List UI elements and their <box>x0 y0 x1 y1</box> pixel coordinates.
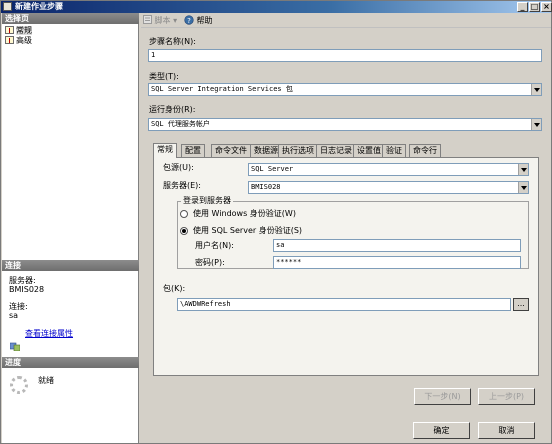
page-icon <box>5 36 14 44</box>
password-label: 密码(P): <box>195 258 225 267</box>
page-item-advanced[interactable]: 高级 <box>5 36 32 45</box>
connection-properties-icon <box>10 342 20 351</box>
run-as-select[interactable]: SQL 代理服务帐户 <box>148 118 542 131</box>
ok-button[interactable]: 确定 <box>413 422 470 439</box>
progress-header: 进度 <box>2 357 139 368</box>
connection-header: 连接 <box>2 260 139 271</box>
login-group-title: 登录到服务器 <box>181 196 233 206</box>
tab-verification[interactable]: 验证 <box>382 144 406 157</box>
progress-spinner-icon <box>10 376 28 394</box>
sql-auth-radio[interactable] <box>180 227 188 235</box>
help-icon: ? <box>184 15 194 25</box>
chevron-down-icon[interactable] <box>531 119 541 130</box>
run-as-label: 运行身份(R): <box>149 105 196 114</box>
cancel-button[interactable]: 取消 <box>478 422 535 439</box>
run-as-select-value: SQL 代理服务帐户 <box>151 120 210 128</box>
package-input[interactable]: \AWDWRefresh <box>177 298 511 311</box>
tab-logging[interactable]: 日志记录 <box>316 144 356 157</box>
progress-status: 就绪 <box>38 376 54 385</box>
close-button[interactable]: × <box>541 2 552 12</box>
minimize-button[interactable]: _ <box>517 2 528 12</box>
chevron-down-icon[interactable] <box>518 164 528 175</box>
view-connection-properties-link[interactable]: 查看连接属性 <box>25 329 73 338</box>
password-input[interactable]: ****** <box>273 256 521 269</box>
help-button[interactable]: ? 帮助 <box>184 15 213 27</box>
step-name-label: 步骤名称(N): <box>149 37 196 46</box>
server-select[interactable]: BMIS028 <box>248 181 529 194</box>
server-value: BMIS028 <box>9 285 45 294</box>
svg-text:?: ? <box>187 17 191 25</box>
package-source-value: SQL Server <box>251 165 294 173</box>
package-label: 包(K): <box>163 284 186 293</box>
page-item-general[interactable]: 常规 <box>5 26 32 35</box>
browse-package-button[interactable]: ... <box>513 298 529 311</box>
tab-general[interactable]: 常规 <box>153 143 177 158</box>
window-title: 新建作业步骤 <box>15 2 63 11</box>
left-pane: 选择页 常规 高级 连接 服务器: BMIS028 连接: sa 查看连接属性 … <box>2 13 139 443</box>
package-source-label: 包源(U): <box>163 163 194 172</box>
new-job-step-window: 新建作业步骤 _ □ × 选择页 常规 高级 连接 服务器: BMIS028 连… <box>0 0 552 444</box>
server-label: 服务器(E): <box>163 181 201 190</box>
server-select-value: BMIS028 <box>251 183 281 191</box>
tab-set-values[interactable]: 设置值 <box>353 144 385 157</box>
maximize-button[interactable]: □ <box>529 2 540 12</box>
window-icon <box>3 2 12 11</box>
chevron-down-icon[interactable] <box>518 182 528 193</box>
server-label: 服务器: <box>9 276 36 285</box>
page-icon <box>5 26 14 34</box>
connection-value: sa <box>9 311 19 320</box>
windows-auth-radio[interactable] <box>180 210 188 218</box>
previous-button[interactable]: 上一步(P) <box>478 388 535 405</box>
tab-command-line[interactable]: 命令行 <box>409 144 441 157</box>
title-bar: 新建作业步骤 _ □ × <box>1 1 552 13</box>
windows-auth-label[interactable]: 使用 Windows 身份验证(W) <box>193 209 296 219</box>
package-source-select[interactable]: SQL Server <box>248 163 529 176</box>
step-name-input[interactable]: 1 <box>148 49 542 62</box>
tab-command-files[interactable]: 命令文件 <box>211 144 251 157</box>
toolbar: 脚本 ▾ ? 帮助 <box>141 14 551 28</box>
type-label: 类型(T): <box>149 72 179 81</box>
type-select[interactable]: SQL Server Integration Services 包 <box>148 83 542 96</box>
username-input[interactable]: sa <box>273 239 521 252</box>
sql-auth-label[interactable]: 使用 SQL Server 身份验证(S) <box>193 226 302 236</box>
username-label: 用户名(N): <box>195 241 234 250</box>
connection-label: 连接: <box>9 302 28 311</box>
tab-execution-options[interactable]: 执行选项 <box>278 144 318 157</box>
next-button[interactable]: 下一步(N) <box>414 388 471 405</box>
tab-configuration[interactable]: 配置 <box>181 144 205 157</box>
script-icon <box>143 15 152 24</box>
type-select-value: SQL Server Integration Services 包 <box>151 85 293 93</box>
select-page-header: 选择页 <box>2 13 139 24</box>
chevron-down-icon[interactable] <box>531 84 541 95</box>
script-button[interactable]: 脚本 ▾ <box>143 15 177 27</box>
